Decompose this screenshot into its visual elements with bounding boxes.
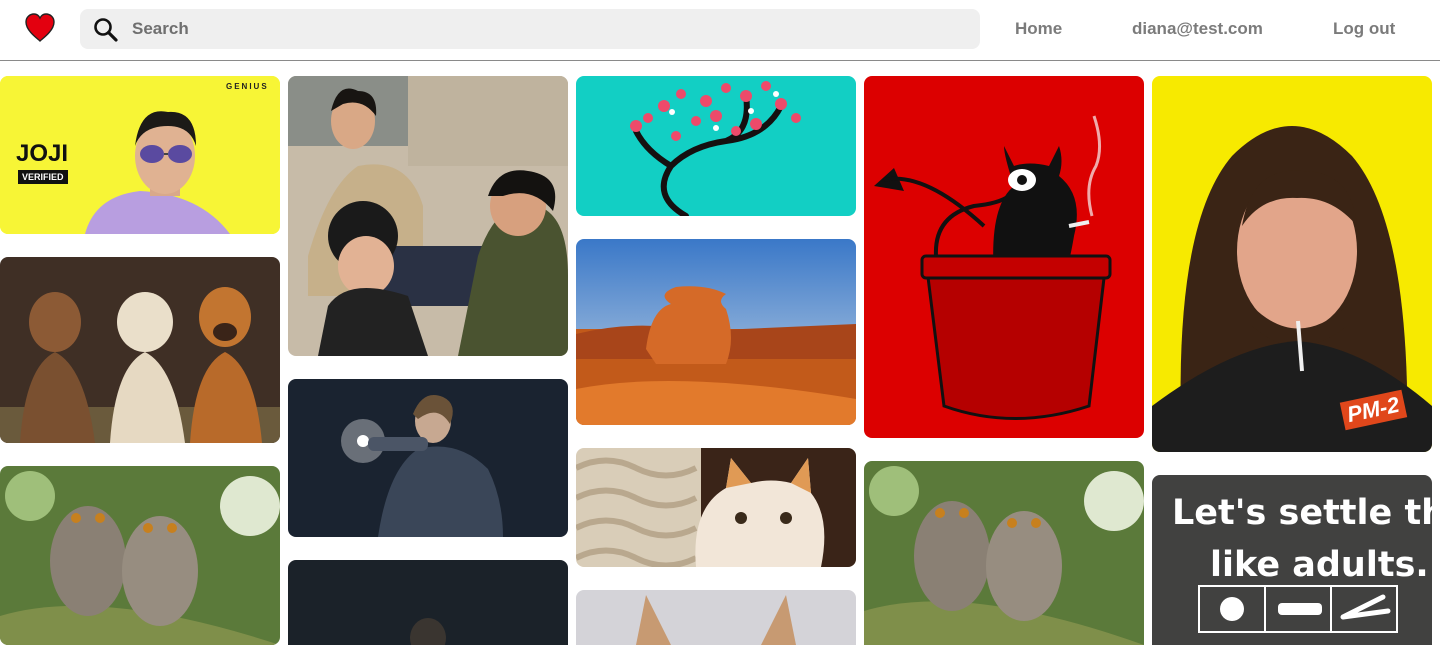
pin-owls[interactable]: [0, 466, 280, 645]
top-navigation-bar: Home diana@test.com Log out: [0, 0, 1440, 61]
pin-portrait-yellow[interactable]: PM-2: [1152, 76, 1432, 452]
joji-verified-badge: VERIFIED: [18, 170, 68, 184]
nav-home-link[interactable]: Home: [1015, 19, 1062, 39]
pin-image: [576, 590, 856, 645]
pin-fox-ears[interactable]: [576, 590, 856, 645]
pin-image: [864, 461, 1144, 645]
pin-joji-verified[interactable]: JOJI VERIFIED GENIUS: [0, 76, 280, 234]
pin-friends-by-sea[interactable]: [288, 76, 568, 356]
pin-image: [288, 76, 568, 356]
rock-paper-scissors-icon: [1198, 585, 1398, 633]
search-icon: [93, 17, 119, 43]
pin-image: [576, 448, 856, 567]
pin-kitten-basket[interactable]: [576, 448, 856, 567]
pin-image: [0, 257, 280, 443]
heart-logo-icon[interactable]: [24, 12, 56, 44]
pin-owls-2[interactable]: [864, 461, 1144, 645]
joji-title: JOJI: [16, 140, 69, 167]
pin-three-dogs[interactable]: [0, 257, 280, 443]
settle-line-1: Let's settle this: [1172, 493, 1432, 533]
search-input[interactable]: [132, 9, 952, 49]
pin-image: [864, 76, 1144, 438]
nav-user-email-link[interactable]: diana@test.com: [1132, 19, 1263, 39]
pin-desert-rock[interactable]: [576, 239, 856, 425]
nav-logout-link[interactable]: Log out: [1333, 19, 1395, 39]
pin-game-character-dark[interactable]: [288, 560, 568, 645]
settle-line-2: like adults.: [1210, 545, 1429, 585]
pin-settle-like-adults[interactable]: Let's settle this like adults.: [1152, 475, 1432, 645]
pin-devil-in-pot[interactable]: [864, 76, 1144, 438]
search-bar[interactable]: [80, 9, 980, 49]
pin-image: [288, 379, 568, 537]
pin-image: [576, 239, 856, 425]
pin-image: [288, 560, 568, 645]
pin-image: [576, 76, 856, 216]
genius-brand: GENIUS: [226, 82, 269, 91]
pin-image: [0, 466, 280, 645]
pin-cherry-blossom[interactable]: [576, 76, 856, 216]
pin-game-character-flashlight[interactable]: [288, 379, 568, 537]
